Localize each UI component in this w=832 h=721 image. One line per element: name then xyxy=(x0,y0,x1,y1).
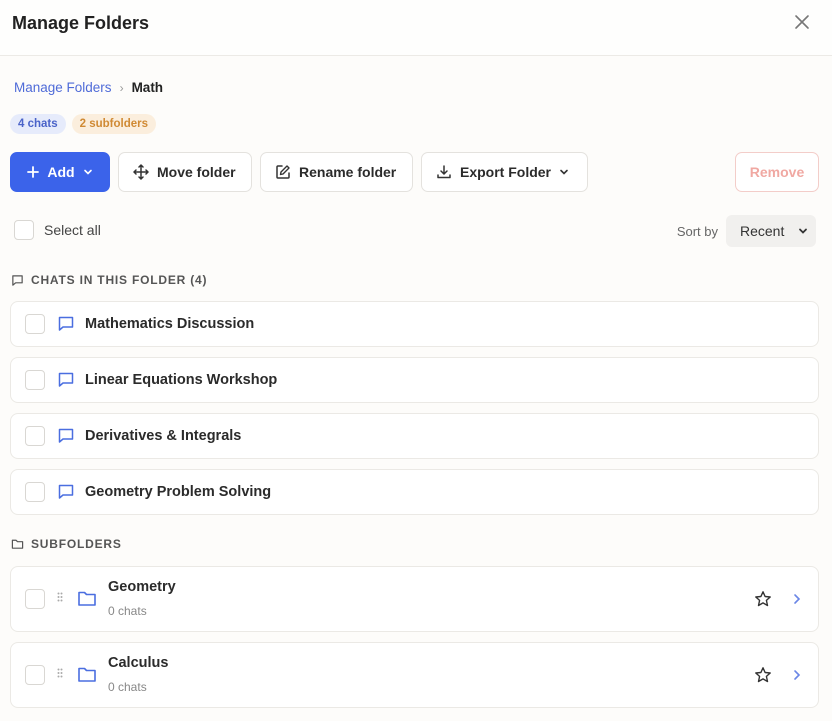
folder-icon xyxy=(11,539,24,549)
breadcrumb-separator: › xyxy=(119,80,124,95)
add-button-label: Add xyxy=(47,164,75,180)
chat-item-label: Derivatives & Integrals xyxy=(85,428,242,444)
download-icon xyxy=(437,165,451,179)
chat-item-checkbox[interactable] xyxy=(25,482,45,502)
close-icon[interactable] xyxy=(794,14,810,30)
move-icon xyxy=(133,164,149,180)
drag-handle-icon[interactable] xyxy=(57,668,63,678)
export-folder-label: Export Folder xyxy=(460,164,552,180)
subfolder-item[interactable]: Geometry 0 chats xyxy=(10,566,819,632)
chat-bubble-icon xyxy=(58,484,74,499)
subfolders-count-badge: 2 subfolders xyxy=(71,114,157,134)
chat-bubble-icon xyxy=(58,428,74,443)
rename-folder-label: Rename folder xyxy=(299,164,397,180)
chevron-right-icon[interactable] xyxy=(792,669,802,681)
subfolder-chat-count: 0 chats xyxy=(108,680,147,694)
remove-button[interactable]: Remove xyxy=(735,152,819,192)
chats-section-label: CHATS IN THIS FOLDER (4) xyxy=(31,273,208,287)
select-all[interactable]: Select all xyxy=(14,220,101,240)
add-button[interactable]: Add xyxy=(10,152,110,192)
subfolder-checkbox[interactable] xyxy=(25,665,45,685)
sort-label: Sort by xyxy=(676,223,718,239)
chat-item-checkbox[interactable] xyxy=(25,426,45,446)
move-folder-button[interactable]: Move folder xyxy=(118,152,252,192)
chat-bubble-icon xyxy=(58,372,74,387)
remove-button-label: Remove xyxy=(749,164,805,180)
subfolder-chat-count: 0 chats xyxy=(108,604,147,618)
chat-bubble-icon xyxy=(12,274,23,286)
chat-item[interactable]: Linear Equations Workshop xyxy=(10,357,819,403)
plus-icon xyxy=(27,166,40,178)
dialog-header: Manage Folders xyxy=(0,0,832,56)
rename-folder-button[interactable]: Rename folder xyxy=(260,152,413,192)
subfolder-name: Calculus xyxy=(108,655,169,671)
breadcrumb-root-link[interactable]: Manage Folders xyxy=(14,80,112,95)
chat-item-checkbox[interactable] xyxy=(25,370,45,390)
chevron-down-icon xyxy=(560,169,568,175)
chevron-down-icon xyxy=(83,169,92,175)
edit-icon xyxy=(276,165,290,179)
star-icon[interactable] xyxy=(754,666,772,684)
breadcrumb-current: Math xyxy=(131,80,164,95)
breadcrumb: Manage Folders › Math xyxy=(14,80,163,95)
chat-item[interactable]: Geometry Problem Solving xyxy=(10,469,819,515)
chat-item-checkbox[interactable] xyxy=(25,314,45,334)
star-icon[interactable] xyxy=(754,590,772,608)
chevron-right-icon[interactable] xyxy=(792,593,802,605)
export-folder-button[interactable]: Export Folder xyxy=(421,152,588,192)
move-folder-label: Move folder xyxy=(157,164,236,180)
sort-select[interactable]: Recent xyxy=(726,215,816,247)
chat-item-label: Linear Equations Workshop xyxy=(85,372,278,388)
dialog-title: Manage Folders xyxy=(12,13,150,33)
subfolder-checkbox[interactable] xyxy=(25,589,45,609)
toolbar: Add Move folder Rename folder Export Fol… xyxy=(10,152,819,194)
chats-count-badge: 4 chats xyxy=(10,114,66,134)
subfolder-item[interactable]: Calculus 0 chats xyxy=(10,642,819,708)
chevron-down-icon xyxy=(799,228,807,234)
select-all-checkbox[interactable] xyxy=(14,220,34,240)
count-badges: 4 chats 2 subfolders xyxy=(10,114,157,134)
sort-control: Sort by Recent xyxy=(677,215,816,247)
folder-icon xyxy=(78,667,96,682)
chat-bubble-icon xyxy=(58,316,74,331)
subfolder-name: Geometry xyxy=(108,579,176,595)
subfolders-section-title: SUBFOLDERS xyxy=(11,537,122,551)
chats-section-title: CHATS IN THIS FOLDER (4) xyxy=(11,273,207,287)
selection-row: Select all Sort by Recent xyxy=(14,215,816,247)
select-all-label: Select all xyxy=(44,222,101,238)
folder-icon xyxy=(78,591,96,606)
subfolders-section-label: SUBFOLDERS xyxy=(31,537,122,551)
drag-handle-icon[interactable] xyxy=(57,592,63,602)
sort-value: Recent xyxy=(740,223,785,239)
chat-item[interactable]: Mathematics Discussion xyxy=(10,301,819,347)
chat-item-label: Mathematics Discussion xyxy=(85,316,255,332)
chat-item-label: Geometry Problem Solving xyxy=(85,484,272,500)
chat-item[interactable]: Derivatives & Integrals xyxy=(10,413,819,459)
